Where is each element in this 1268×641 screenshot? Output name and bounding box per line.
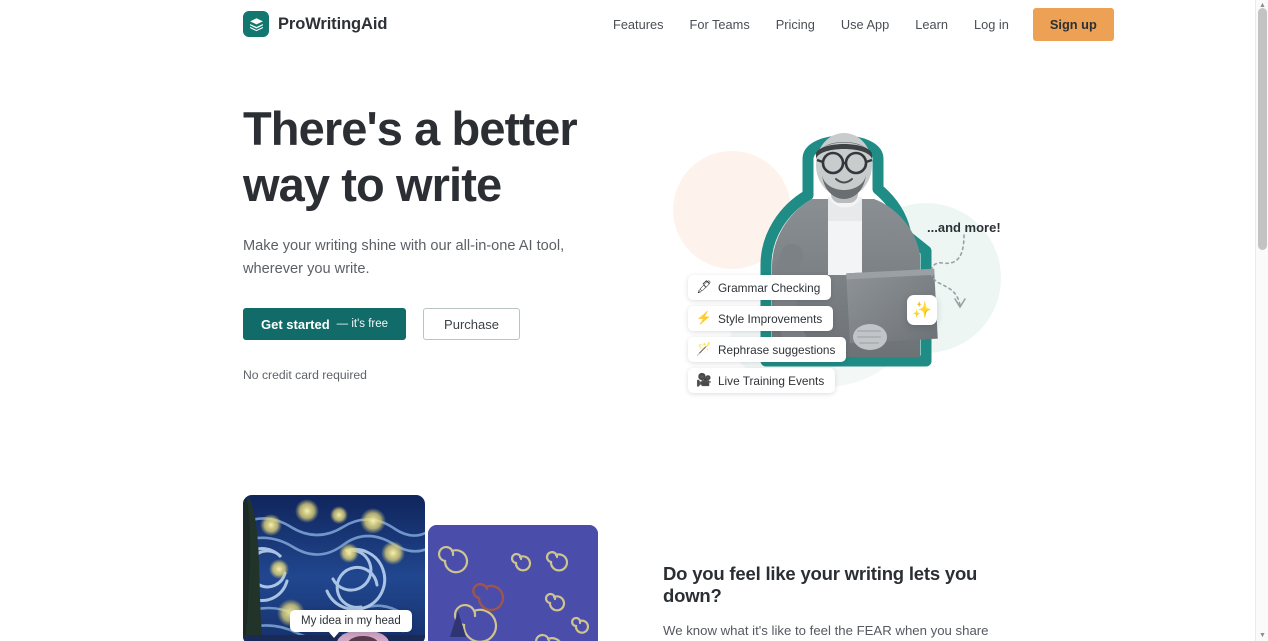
feature-label: Live Training Events <box>718 373 825 388</box>
sparkle-glyph: ✨ <box>912 302 932 319</box>
lightning-bolt-icon: ⚡ <box>696 311 712 326</box>
feature-card-live-training-events[interactable]: 🎥 Live Training Events <box>688 368 836 393</box>
nav-use-app[interactable]: Use App <box>828 17 902 32</box>
page-viewport: ProWritingAid Features For Teams Pricing… <box>0 0 1255 641</box>
nav-for-teams[interactable]: For Teams <box>677 17 763 32</box>
hero-title-line-2: way to write <box>243 158 502 211</box>
hero-section: There's a better way to write Make your … <box>0 48 1255 468</box>
section2-title: Do you feel like your writing lets you d… <box>663 563 978 606</box>
hero-copy: There's a better way to write Make your … <box>243 101 603 382</box>
sign-up-button[interactable]: Sign up <box>1032 7 1114 41</box>
nav-pricing[interactable]: Pricing <box>763 17 828 32</box>
browser-page: ProWritingAid Features For Teams Pricing… <box>0 0 1268 641</box>
idea-tooltip: My idea in my head <box>290 610 412 638</box>
vertical-scrollbar[interactable]: ▲ ▼ <box>1255 0 1268 641</box>
book-pages-icon <box>243 11 269 37</box>
nav-log-in[interactable]: Log in <box>961 17 1022 32</box>
starry-night-comparison-art: My idea in my head <box>243 495 598 641</box>
get-started-sublabel: — it's free <box>336 318 389 330</box>
quill-pen-icon: 🖋 <box>696 280 712 295</box>
feature-card-list: 🖋 Grammar Checking ⚡ Style Improvements … <box>688 275 847 393</box>
no-credit-card-note: No credit card required <box>243 368 367 382</box>
feature-card-rephrase-suggestions[interactable]: 🪄 Rephrase suggestions <box>688 337 847 362</box>
section2-copy: Do you feel like your writing lets you d… <box>663 563 1023 641</box>
scroll-down-arrow-icon[interactable]: ▼ <box>1256 630 1268 641</box>
get-started-button[interactable]: Get started — it's free <box>243 308 407 340</box>
hero-cta-group: Get started — it's free Purchase <box>243 308 603 340</box>
site-header: ProWritingAid Features For Teams Pricing… <box>0 0 1255 48</box>
nav-features[interactable]: Features <box>600 17 677 32</box>
hero-subtitle: Make your writing shine with our all-in-… <box>243 238 565 277</box>
nav-learn[interactable]: Learn <box>902 17 961 32</box>
feature-card-style-improvements[interactable]: ⚡ Style Improvements <box>688 306 834 331</box>
page-title: There's a better way to write <box>243 101 603 213</box>
feature-label: Style Improvements <box>718 311 823 326</box>
hero-title-line-1: There's a better <box>243 102 578 155</box>
purchase-button[interactable]: Purchase <box>423 308 520 340</box>
video-camera-icon: 🎥 <box>696 373 712 388</box>
hero-illustration: ...and more! ✨ 🖋 Grammar Checking ⚡ Styl… <box>655 103 1015 433</box>
brand-name: ProWritingAid <box>278 14 388 33</box>
get-started-label: Get started <box>261 316 330 332</box>
main-navigation: Features For Teams Pricing Use App Learn… <box>600 0 1114 48</box>
feature-card-grammar-checking[interactable]: 🖋 Grammar Checking <box>688 275 832 300</box>
scribbled-canvas-image <box>428 525 598 641</box>
sparkle-icon: ✨ <box>907 295 937 325</box>
scrollbar-thumb[interactable] <box>1258 8 1267 250</box>
feature-label: Rephrase suggestions <box>718 342 836 357</box>
writing-lets-you-down-section: My idea in my head Do you feel like your… <box>0 468 1255 641</box>
and-more-label: ...and more! <box>927 220 1001 235</box>
magic-wand-icon: 🪄 <box>696 342 712 357</box>
brand-logo-link[interactable]: ProWritingAid <box>243 11 387 37</box>
section2-body: We know what it's like to feel the FEAR … <box>663 623 989 638</box>
feature-label: Grammar Checking <box>718 280 821 295</box>
